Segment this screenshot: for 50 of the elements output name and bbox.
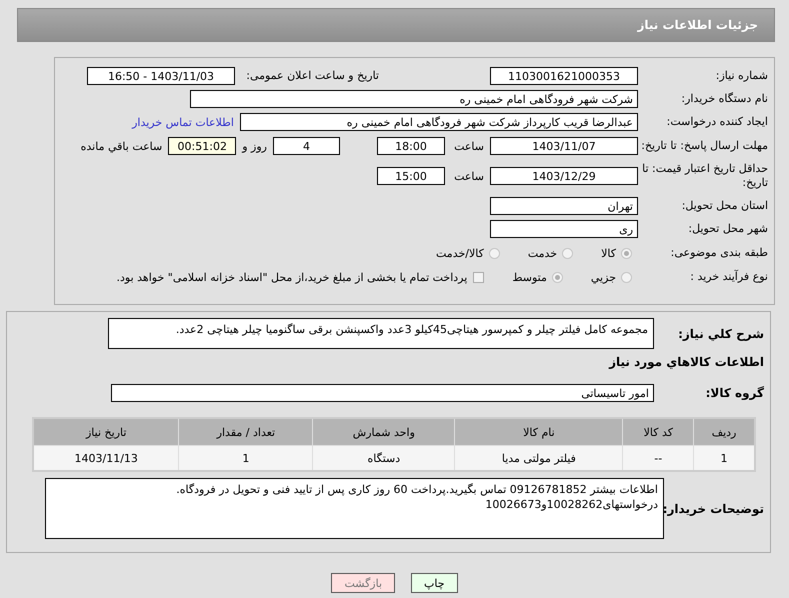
- notes-box[interactable]: اطلاعات بیشتر 09126781852 تماس بگیرید.پرداخت 60 روز کاری پس از تایید فنی و تحویل در فرودگاه. درخواستهای10028262و10026673: [45, 478, 664, 539]
- column-header: تعداد / مقدار: [178, 418, 313, 446]
- treasury-note: پرداخت تمام یا بخشی از مبلغ خرید،از محل "اسناد خزانه اسلامی" خواهد بود.: [116, 270, 468, 284]
- column-header: واحد شمارش: [312, 418, 455, 446]
- column-header: ردیف: [694, 418, 755, 446]
- text-field[interactable]: امور تاسیساتی: [111, 384, 654, 402]
- time-label: ساعت: [453, 140, 485, 152]
- field-label: شماره نیاز:: [714, 69, 769, 83]
- text-field[interactable]: 00:51:02: [168, 137, 236, 155]
- field-label: تاریخ و ساعت اعلان عمومی:: [245, 69, 380, 83]
- back-button[interactable]: بازگشت: [331, 573, 396, 593]
- text-field[interactable]: تهران: [490, 197, 638, 215]
- table-cell: --: [622, 446, 694, 471]
- text-field[interactable]: 1103001621000353: [490, 67, 638, 85]
- remaining-label: ساعت باقي مانده: [80, 140, 164, 152]
- table-cell: 1: [178, 446, 313, 471]
- table-cell: 1403/11/13: [33, 446, 179, 471]
- print-button[interactable]: چاپ: [411, 573, 458, 593]
- page-title: جزئیات اطلاعات نیاز: [17, 8, 775, 42]
- text-field[interactable]: 1403/11/03 - 16:50: [87, 67, 235, 85]
- description-box[interactable]: مجموعه کامل فیلتر چیلر و کمپرسور هیتاچی45کیلو 3عدد واکسپنشن برقی ساگنومیا چیلر هیتاچی 2عدد.: [108, 318, 654, 349]
- text-field[interactable]: 1403/11/07: [490, 137, 638, 155]
- time-label: ساعت: [453, 170, 485, 182]
- field-label: نام دستگاه خریدار:: [680, 92, 769, 106]
- column-header: تاریخ نیاز: [33, 418, 179, 446]
- text-field[interactable]: شرکت شهر فرودگاهی امام خمینی ره: [190, 90, 638, 108]
- text-field[interactable]: عبدالرضا قریب کارپرداز شرکت شهر فرودگاهی امام خمینی ره: [240, 113, 638, 131]
- text-field[interactable]: 18:00: [377, 137, 445, 155]
- section-heading: اطلاعات کالاهاي مورد نياز: [608, 355, 764, 369]
- text-field[interactable]: 15:00: [377, 167, 445, 185]
- field-label: گروه کالا:: [704, 386, 764, 400]
- table-cell: دستگاه: [312, 446, 455, 471]
- column-header: کد کالا: [622, 418, 694, 446]
- table-cell: 1: [694, 446, 755, 471]
- field-label: توضیحات خریدار:: [664, 502, 764, 516]
- days-label: روز و: [240, 140, 268, 152]
- field-label: مهلت ارسال پاسخ: تا تاریخ:: [640, 139, 769, 153]
- field-label: شرح کلي نياز:: [677, 326, 764, 340]
- field-label: طبقه بندی موضوعی:: [670, 246, 769, 260]
- text-field[interactable]: 4: [273, 137, 340, 155]
- field-label: استان محل تحویل:: [680, 199, 769, 213]
- text-field[interactable]: ری: [490, 220, 638, 238]
- column-header: نام کالا: [454, 418, 623, 446]
- table-cell: فیلتر مولتی مدیا: [454, 446, 623, 471]
- contact-link[interactable]: اطلاعات تماس خریدار: [132, 116, 234, 128]
- field-label: شهر محل تحویل:: [687, 222, 769, 236]
- field-label: ایجاد کننده درخواست:: [666, 115, 769, 129]
- field-label: حداقل تاریخ اعتبار قیمت: تا تاریخ:: [641, 162, 769, 190]
- text-field[interactable]: 1403/12/29: [490, 167, 638, 185]
- field-label: نوع فرآیند خرید :: [689, 270, 769, 284]
